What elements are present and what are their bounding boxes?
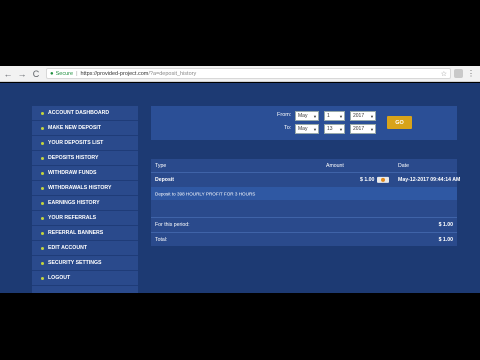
bullet-icon xyxy=(41,231,44,235)
sidebar-item-security-settings[interactable]: SECURITY SETTINGS xyxy=(32,256,138,271)
account-sidebar: ACCOUNT DASHBOARD MAKE NEW DEPOSIT YOUR … xyxy=(32,106,138,293)
total-label: Total: xyxy=(155,236,168,243)
column-header-date: Date xyxy=(398,162,409,169)
deposit-amount-value: $ 1.00 xyxy=(360,177,375,184)
date-filter-panel: From: May ▼ 1 ▼ 2017 ▼ To: May ▼ 13 ▼ 2017 ▼ G… xyxy=(151,106,457,140)
extension-icon[interactable] xyxy=(454,69,463,78)
period-value: $ 1.00 xyxy=(438,221,453,228)
deposit-note-row: Deposit to 398 HOURLY PROFIT FOR 3 HOURS xyxy=(151,187,457,200)
forward-icon[interactable]: → xyxy=(16,68,28,80)
bullet-icon xyxy=(41,276,44,280)
to-year-value: 2017 xyxy=(353,126,365,132)
period-summary-row: For this period: $ 1.00 xyxy=(151,217,457,231)
deposit-note: Deposit to 398 HOURLY PROFIT FOR 3 HOURS xyxy=(155,191,256,196)
chevron-down-icon: ▼ xyxy=(339,126,343,132)
bullet-icon xyxy=(41,261,44,265)
sidebar-item-label: EARNINGS HISTORY xyxy=(48,200,100,206)
sidebar-item-label: LOGOUT xyxy=(48,275,71,281)
sidebar-item-label: YOUR DEPOSITS LIST xyxy=(48,140,104,146)
total-summary-row: Total: $ 1.00 xyxy=(151,232,457,246)
bullet-icon xyxy=(41,156,44,160)
sidebar-item-your-referrals[interactable]: YOUR REFERRALS xyxy=(32,211,138,226)
page-content: ACCOUNT DASHBOARD MAKE NEW DEPOSIT YOUR … xyxy=(0,83,480,293)
sidebar-item-withdraw-funds[interactable]: WITHDRAW FUNDS xyxy=(32,166,138,181)
sidebar-item-label: DEPOSITS HISTORY xyxy=(48,155,99,161)
deposit-history-table: Type Amount Date Deposit $ 1.00 May-12-2… xyxy=(151,159,461,246)
payment-method-icon xyxy=(377,176,390,183)
to-label: To: xyxy=(284,125,292,131)
sidebar-item-your-deposits-list[interactable]: YOUR DEPOSITS LIST xyxy=(32,136,138,151)
url-path: /?a=deposit_history xyxy=(148,70,197,77)
period-label: For this period: xyxy=(155,221,190,228)
chevron-down-icon: ▼ xyxy=(370,113,374,119)
sidebar-item-account-dashboard[interactable]: ACCOUNT DASHBOARD xyxy=(32,106,138,121)
chevron-down-icon: ▼ xyxy=(370,126,374,132)
column-header-type: Type xyxy=(155,162,167,169)
from-month-value: May xyxy=(298,113,308,119)
go-button[interactable]: GO xyxy=(387,116,412,129)
bullet-icon xyxy=(41,126,44,130)
to-month-value: May xyxy=(298,126,308,132)
table-header-row: Type Amount Date xyxy=(151,159,457,173)
chevron-down-icon: ▼ xyxy=(313,113,317,119)
bullet-icon xyxy=(41,246,44,250)
total-value: $ 1.00 xyxy=(438,236,453,243)
sidebar-item-label: MAKE NEW DEPOSIT xyxy=(48,125,102,131)
from-year-value: 2017 xyxy=(353,113,365,119)
to-day-value: 13 xyxy=(327,126,333,132)
sidebar-item-label: WITHDRAW FUNDS xyxy=(48,170,97,176)
column-header-amount: Amount xyxy=(326,162,344,169)
from-year-select[interactable]: 2017 ▼ xyxy=(350,111,376,121)
sidebar-item-label: ACCOUNT DASHBOARD xyxy=(48,110,110,116)
sidebar-item-label: YOUR REFERRALS xyxy=(48,215,97,221)
sidebar-item-earnings-history[interactable]: EARNINGS HISTORY xyxy=(32,196,138,211)
from-day-select[interactable]: 1 ▼ xyxy=(324,111,345,121)
sidebar-item-referral-banners[interactable]: REFERRAL BANNERS xyxy=(32,226,138,241)
from-label: From: xyxy=(277,112,292,118)
bullet-icon xyxy=(41,216,44,220)
to-day-select[interactable]: 13 ▼ xyxy=(324,124,345,134)
bullet-icon xyxy=(41,111,44,115)
sidebar-item-label: REFERRAL BANNERS xyxy=(48,230,104,236)
back-icon[interactable]: ← xyxy=(2,68,14,80)
to-year-select[interactable]: 2017 ▼ xyxy=(350,124,376,134)
from-month-select[interactable]: May ▼ xyxy=(295,111,319,121)
url-separator: | xyxy=(76,70,78,77)
secure-label: Secure xyxy=(55,70,74,77)
to-month-select[interactable]: May ▼ xyxy=(295,124,319,134)
bullet-icon xyxy=(41,201,44,205)
sidebar-item-edit-account[interactable]: EDIT ACCOUNT xyxy=(32,241,138,256)
chevron-down-icon: ▼ xyxy=(339,113,343,119)
sidebar-item-label: SECURITY SETTINGS xyxy=(48,260,102,266)
sidebar-item-withdrawals-history[interactable]: WITHDRAWALS HISTORY xyxy=(32,181,138,196)
sidebar-item-make-new-deposit[interactable]: MAKE NEW DEPOSIT xyxy=(32,121,138,136)
deposit-amount: $ 1.00 xyxy=(360,176,390,184)
browser-toolbar: ← → C ● Secure | https://provided-projec… xyxy=(0,66,480,82)
browser-menu-icon[interactable]: ⋮ xyxy=(467,69,475,78)
lock-icon: ● xyxy=(50,70,54,77)
url-host: https://provided-project.com xyxy=(80,70,149,77)
sidebar-item-label: WITHDRAWALS HISTORY xyxy=(48,185,112,191)
sidebar-item-deposits-history[interactable]: DEPOSITS HISTORY xyxy=(32,151,138,166)
table-row: Deposit $ 1.00 May-12-2017 09:44:14 AM xyxy=(151,173,461,187)
sidebar-item-label: EDIT ACCOUNT xyxy=(48,245,87,251)
reload-icon[interactable]: C xyxy=(30,68,42,80)
deposit-date: May-12-2017 09:44:14 AM xyxy=(398,177,461,183)
chevron-down-icon: ▼ xyxy=(313,126,317,132)
from-day-value: 1 xyxy=(327,113,330,119)
address-bar[interactable]: ● Secure | https://provided-project.com … xyxy=(46,68,451,79)
bullet-icon xyxy=(41,141,44,145)
screen: ← → C ● Secure | https://provided-projec… xyxy=(0,0,480,360)
bullet-icon xyxy=(41,186,44,190)
sidebar-item-logout[interactable]: LOGOUT xyxy=(32,271,138,286)
bullet-icon xyxy=(41,171,44,175)
deposit-type: Deposit xyxy=(155,177,175,183)
bookmark-star-icon[interactable]: ☆ xyxy=(441,70,447,78)
